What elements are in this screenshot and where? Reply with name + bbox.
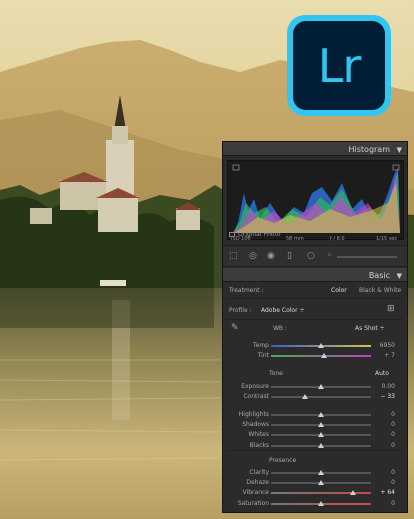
develop-panel: Histogram ▼ ISO 100 58 mm f / 8.0 1/15 s… [222,141,408,513]
exposure-label: Exposure [241,383,269,390]
profile-browser-icon[interactable]: ⊞ [387,304,395,314]
clarity-value[interactable]: 0 [391,469,395,476]
shadows-label: Shadows [242,421,269,429]
saturation-value[interactable]: 0 [391,500,395,507]
dehaze-label: Dehaze [246,479,269,487]
eyedropper-icon[interactable]: ✎ [231,323,239,333]
shadows-slider[interactable] [271,422,371,428]
tint-slider-row: Tint + 7 [223,351,407,361]
highlights-slider-thumb[interactable] [318,412,324,417]
saturation-slider[interactable] [271,500,371,506]
temp-label: Temp [253,342,269,349]
wb-select[interactable]: As Shot ÷ [355,325,385,332]
checkbox-icon[interactable] [229,232,235,237]
logo-text: Lr [317,38,362,93]
spot-removal-icon[interactable]: ◎ [249,251,257,262]
highlights-label: Highlights [238,411,269,418]
vibrance-slider-row: Vibrance + 64 [223,488,407,498]
highlights-slider-row: Highlights 0 [223,410,407,420]
whites-slider-row: Whites 0 [223,430,407,440]
clarity-slider-row: Clarity 0 [223,468,407,478]
contrast-value[interactable]: − 33 [380,393,395,400]
contrast-label: Contrast [243,393,269,401]
histogram-display[interactable]: ISO 100 58 mm f / 8.0 1/15 sec [227,160,404,242]
highlights-value[interactable]: 0 [391,411,395,418]
contrast-slider[interactable] [271,394,371,400]
shadows-slider-thumb[interactable] [318,422,324,428]
blacks-value[interactable]: 0 [391,442,395,449]
shadows-slider-row: Shadows 0 [223,420,407,430]
focal-length-readout: 58 mm [286,236,304,242]
collapse-triangle-icon[interactable]: ▼ [397,146,402,154]
vibrance-value[interactable]: + 64 [380,489,395,496]
whites-slider[interactable] [271,432,371,438]
blacks-slider[interactable] [271,442,371,448]
blacks-label: Blacks [249,441,269,449]
treatment-label: Treatment : [229,287,264,294]
auto-button[interactable]: Auto [375,370,389,377]
original-photo-toggle[interactable]: Original Photo [229,231,281,238]
vibrance-slider-thumb[interactable] [350,490,356,496]
divider [227,319,403,320]
dehaze-value[interactable]: 0 [391,479,395,486]
tone-label: Tone [269,370,283,377]
vibrance-label: Vibrance [242,489,269,497]
temp-slider-row: Temp 6950 [223,341,407,351]
vibrance-slider[interactable] [271,490,371,496]
treatment-bw-button[interactable]: Black & White [359,287,401,294]
dehaze-slider-row: Dehaze 0 [223,478,407,488]
temp-slider[interactable] [271,343,371,348]
saturation-slider-row: Saturation 0 [223,499,407,509]
radial-filter-icon[interactable]: ○ [307,251,315,262]
contrast-slider-row: Contrast − 33 [223,392,407,402]
tint-slider[interactable] [271,353,371,359]
brush-slider[interactable] [337,256,397,258]
brush-tool-icon[interactable]: ◦ [327,251,332,262]
profile-select[interactable]: Adobe Color ÷ [261,307,305,314]
histogram-graph [230,163,403,233]
saturation-slider-thumb[interactable] [318,500,324,506]
crop-tool-icon[interactable]: ⬚ [229,251,238,262]
temp-slider-thumb[interactable] [318,343,324,348]
tint-label: Tint [257,352,269,360]
tint-slider-thumb[interactable] [321,353,327,359]
clarity-slider[interactable] [271,470,371,475]
divider [227,298,403,299]
shutter-readout: 1/15 sec [376,236,398,242]
exposure-slider[interactable] [271,384,371,389]
graduated-filter-icon[interactable]: ▯ [287,251,292,262]
whites-label: Whites [248,431,269,439]
tint-value[interactable]: + 7 [384,352,395,359]
red-eye-icon[interactable]: ◉ [267,251,275,262]
dehaze-slider[interactable] [271,480,371,486]
original-photo-label: Original Photo [238,231,281,238]
histogram-title: Histogram [348,145,391,154]
divider [227,450,403,451]
blacks-slider-thumb[interactable] [318,442,324,448]
wb-label: WB : [273,325,287,332]
temp-value[interactable]: 6950 [380,342,395,349]
whites-slider-thumb[interactable] [318,432,324,438]
exposure-value[interactable]: 0.00 [382,383,395,390]
whites-value[interactable]: 0 [391,431,395,438]
lightroom-logo: Lr [287,15,391,116]
basic-header[interactable]: Basic ▼ [223,268,407,282]
histogram-header[interactable]: Histogram ▼ [223,142,407,156]
dehaze-slider-thumb[interactable] [318,480,324,486]
profile-label: Profile : [229,307,252,314]
saturation-label: Saturation [237,499,269,507]
tool-strip: ⬚ ◎ ◉ ▯ ○ ◦ [223,245,407,267]
exposure-slider-thumb[interactable] [318,384,324,389]
presence-label: Presence [269,457,297,464]
clarity-slider-thumb[interactable] [318,470,324,475]
contrast-slider-thumb[interactable] [302,394,308,400]
highlights-slider[interactable] [271,412,371,417]
collapse-triangle-icon[interactable]: ▼ [397,272,402,280]
basic-title: Basic [368,271,390,280]
exposure-slider-row: Exposure 0.00 [223,382,407,392]
aperture-readout: f / 8.0 [330,236,345,242]
clarity-label: Clarity [249,469,269,476]
shadows-value[interactable]: 0 [391,421,395,428]
treatment-color-button[interactable]: Color [331,287,347,294]
